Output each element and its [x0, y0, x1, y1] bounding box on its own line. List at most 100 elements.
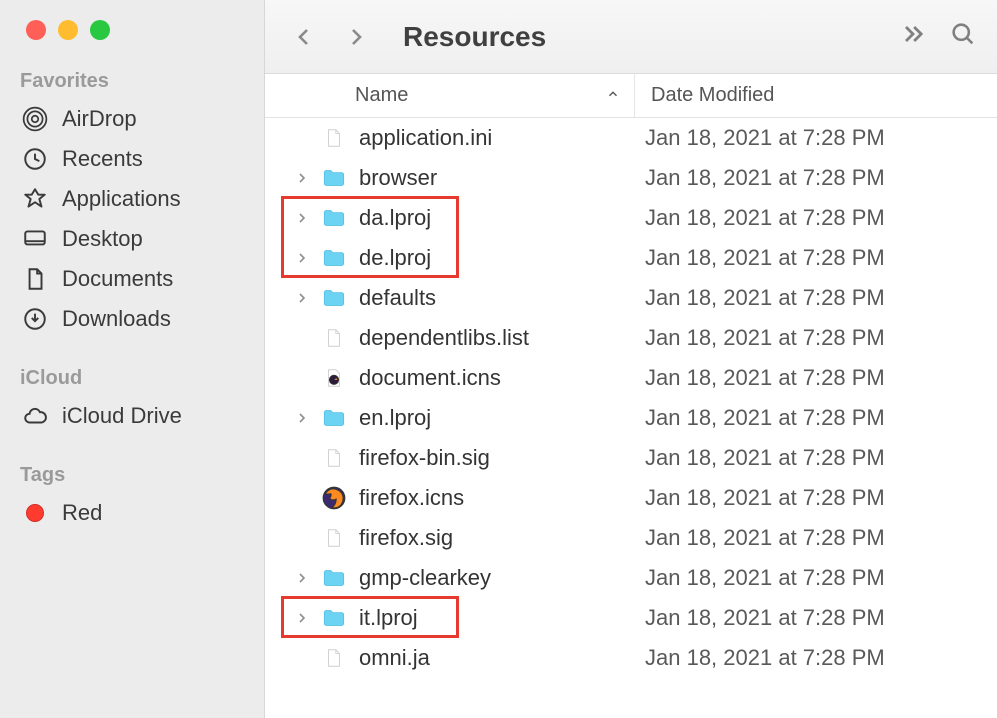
- folder-icon: [319, 403, 349, 433]
- file-row[interactable]: gmp-clearkeyJan 18, 2021 at 7:28 PM: [265, 558, 997, 598]
- file-date: Jan 18, 2021 at 7:28 PM: [645, 485, 885, 511]
- file-date: Jan 18, 2021 at 7:28 PM: [645, 405, 885, 431]
- column-header-name-label: Name: [355, 84, 408, 107]
- file-date: Jan 18, 2021 at 7:28 PM: [645, 285, 885, 311]
- file-row[interactable]: firefox.sigJan 18, 2021 at 7:28 PM: [265, 518, 997, 558]
- recents-icon: [20, 145, 50, 173]
- file-icon: [319, 363, 349, 393]
- applications-icon: [20, 185, 50, 213]
- file-icon: [319, 323, 349, 353]
- folder-icon: [319, 563, 349, 593]
- file-date: Jan 18, 2021 at 7:28 PM: [645, 325, 885, 351]
- folder-icon: [319, 283, 349, 313]
- minimize-window-button[interactable]: [58, 20, 78, 40]
- documents-icon: [20, 265, 50, 293]
- toolbar-overflow-button[interactable]: [899, 20, 927, 53]
- file-list[interactable]: application.iniJan 18, 2021 at 7:28 PMbr…: [265, 118, 997, 718]
- column-header-name[interactable]: Name: [265, 74, 635, 117]
- file-icon: [319, 123, 349, 153]
- window-controls: [26, 20, 254, 40]
- sort-ascending-icon: [606, 84, 620, 107]
- sidebar-item-label: iCloud Drive: [62, 403, 182, 429]
- sidebar-item-label: Documents: [62, 266, 173, 292]
- forward-button[interactable]: [337, 18, 375, 56]
- file-name: firefox.icns: [359, 485, 645, 511]
- file-name: en.lproj: [359, 405, 645, 431]
- disclosure-triangle-icon[interactable]: [285, 610, 319, 626]
- file-date: Jan 18, 2021 at 7:28 PM: [645, 445, 885, 471]
- toolbar: Resources: [265, 0, 997, 74]
- file-name: firefox.sig: [359, 525, 645, 551]
- sidebar-item-downloads[interactable]: Downloads: [14, 299, 254, 339]
- file-icon: [319, 523, 349, 553]
- disclosure-triangle-icon[interactable]: [285, 410, 319, 426]
- downloads-icon: [20, 305, 50, 333]
- disclosure-triangle-icon[interactable]: [285, 250, 319, 266]
- sidebar-item-label: AirDrop: [62, 106, 137, 132]
- sidebar-item-recents[interactable]: Recents: [14, 139, 254, 179]
- file-row[interactable]: de.lprojJan 18, 2021 at 7:28 PM: [265, 238, 997, 278]
- disclosure-triangle-icon[interactable]: [285, 170, 319, 186]
- file-name: it.lproj: [359, 605, 645, 631]
- tag-red-icon: [20, 499, 50, 527]
- file-icon: [319, 483, 349, 513]
- sidebar-item-icloud[interactable]: iCloud Drive: [14, 396, 254, 436]
- folder-icon: [319, 203, 349, 233]
- close-window-button[interactable]: [26, 20, 46, 40]
- back-button[interactable]: [285, 18, 323, 56]
- sidebar: Favorites AirDrop Recents Applications D…: [0, 0, 265, 718]
- disclosure-triangle-icon[interactable]: [285, 570, 319, 586]
- file-row[interactable]: en.lprojJan 18, 2021 at 7:28 PM: [265, 398, 997, 438]
- sidebar-item-tag-red[interactable]: Red: [14, 493, 254, 533]
- file-date: Jan 18, 2021 at 7:28 PM: [645, 205, 885, 231]
- file-date: Jan 18, 2021 at 7:28 PM: [645, 125, 885, 151]
- disclosure-triangle-icon[interactable]: [285, 290, 319, 306]
- file-name: gmp-clearkey: [359, 565, 645, 591]
- file-row[interactable]: da.lprojJan 18, 2021 at 7:28 PM: [265, 198, 997, 238]
- file-row[interactable]: firefox.icnsJan 18, 2021 at 7:28 PM: [265, 478, 997, 518]
- column-header-date[interactable]: Date Modified: [635, 84, 774, 107]
- file-row[interactable]: it.lprojJan 18, 2021 at 7:28 PM: [265, 598, 997, 638]
- disclosure-triangle-icon[interactable]: [285, 210, 319, 226]
- search-button[interactable]: [949, 20, 977, 53]
- sidebar-item-airdrop[interactable]: AirDrop: [14, 99, 254, 139]
- sidebar-item-desktop[interactable]: Desktop: [14, 219, 254, 259]
- sidebar-item-label: Red: [62, 500, 102, 526]
- section-icloud-title: iCloud: [20, 367, 248, 390]
- file-row[interactable]: defaultsJan 18, 2021 at 7:28 PM: [265, 278, 997, 318]
- file-name: browser: [359, 165, 645, 191]
- folder-icon: [319, 603, 349, 633]
- file-row[interactable]: omni.jaJan 18, 2021 at 7:28 PM: [265, 638, 997, 678]
- file-row[interactable]: dependentlibs.listJan 18, 2021 at 7:28 P…: [265, 318, 997, 358]
- window-title: Resources: [403, 21, 546, 53]
- file-name: document.icns: [359, 365, 645, 391]
- sidebar-item-label: Downloads: [62, 306, 171, 332]
- sidebar-item-documents[interactable]: Documents: [14, 259, 254, 299]
- file-icon: [319, 443, 349, 473]
- column-header-date-label: Date Modified: [651, 84, 774, 106]
- file-row[interactable]: document.icnsJan 18, 2021 at 7:28 PM: [265, 358, 997, 398]
- sidebar-item-label: Desktop: [62, 226, 143, 252]
- sidebar-item-applications[interactable]: Applications: [14, 179, 254, 219]
- folder-icon: [319, 163, 349, 193]
- file-date: Jan 18, 2021 at 7:28 PM: [645, 525, 885, 551]
- file-name: de.lproj: [359, 245, 645, 271]
- section-tags-title: Tags: [20, 464, 248, 487]
- desktop-icon: [20, 225, 50, 253]
- file-row[interactable]: application.iniJan 18, 2021 at 7:28 PM: [265, 118, 997, 158]
- file-date: Jan 18, 2021 at 7:28 PM: [645, 165, 885, 191]
- file-name: da.lproj: [359, 205, 645, 231]
- icloud-icon: [20, 402, 50, 430]
- sidebar-item-label: Recents: [62, 146, 143, 172]
- section-favorites-title: Favorites: [20, 70, 248, 93]
- file-date: Jan 18, 2021 at 7:28 PM: [645, 245, 885, 271]
- file-name: firefox-bin.sig: [359, 445, 645, 471]
- zoom-window-button[interactable]: [90, 20, 110, 40]
- file-row[interactable]: firefox-bin.sigJan 18, 2021 at 7:28 PM: [265, 438, 997, 478]
- file-name: omni.ja: [359, 645, 645, 671]
- sidebar-item-label: Applications: [62, 186, 181, 212]
- file-name: application.ini: [359, 125, 645, 151]
- file-row[interactable]: browserJan 18, 2021 at 7:28 PM: [265, 158, 997, 198]
- file-name: dependentlibs.list: [359, 325, 645, 351]
- folder-icon: [319, 243, 349, 273]
